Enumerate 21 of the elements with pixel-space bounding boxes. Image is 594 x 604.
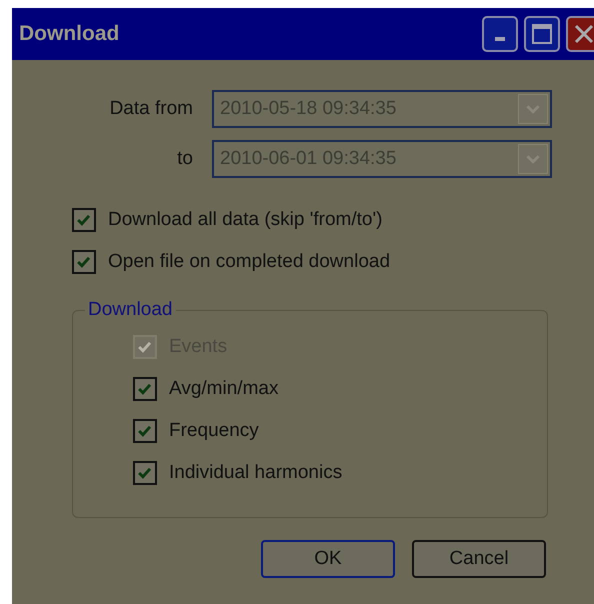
field-label: Data from — [108, 98, 193, 120]
checkbox[interactable] — [133, 377, 157, 401]
field-label: to — [176, 148, 193, 170]
checkbox[interactable] — [72, 208, 96, 232]
window-title: Download — [19, 22, 120, 46]
ok-button[interactable]: OK — [261, 540, 395, 578]
close-icon — [573, 23, 594, 45]
checkbox-label: Open file on completed download — [108, 251, 390, 273]
checkbox[interactable] — [133, 461, 157, 485]
minimize-button[interactable] — [482, 16, 518, 52]
checkbox-label: Download all data (skip 'from/to') — [108, 209, 382, 231]
checkbox[interactable] — [133, 419, 157, 443]
checkbox-label: Avg/min/max — [169, 378, 278, 400]
checkbox-label: Frequency — [169, 420, 259, 442]
checkbox[interactable] — [72, 250, 96, 274]
maximize-button[interactable] — [524, 16, 560, 52]
checkbox-label: Individual harmonics — [169, 462, 342, 484]
maximize-icon — [531, 23, 553, 45]
cancel-button[interactable]: Cancel — [412, 540, 546, 578]
minimize-icon — [495, 37, 505, 41]
close-button[interactable] — [566, 16, 594, 52]
